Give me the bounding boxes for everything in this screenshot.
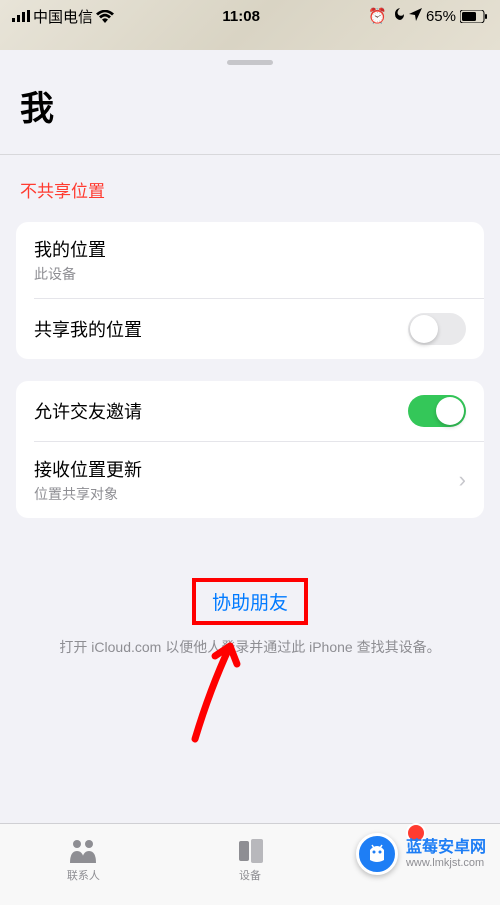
share-location-title: 共享我的位置 [34, 316, 142, 342]
my-location-row[interactable]: 我的位置 此设备 [16, 222, 484, 298]
receive-updates-sub: 位置共享对象 [34, 484, 142, 504]
sheet: 我 不共享位置 我的位置 此设备 共享我的位置 允许交友邀请 接收位置更新 位置… [0, 50, 500, 905]
time-label: 11:08 [222, 8, 260, 25]
allow-requests-title: 允许交友邀请 [34, 398, 142, 424]
watermark: 蓝莓安卓网 www.lmkjst.com [356, 833, 486, 875]
alarm-icon: ⏰ [368, 7, 387, 25]
sheet-grabber[interactable] [227, 60, 273, 65]
help-friend-link[interactable]: 协助朋友 [212, 593, 288, 614]
not-sharing-label: 不共享位置 [0, 155, 500, 222]
my-location-title: 我的位置 [34, 236, 106, 262]
watermark-title: 蓝莓安卓网 [406, 839, 486, 857]
watermark-badge-icon [356, 833, 398, 875]
wifi-icon [96, 10, 114, 23]
watermark-url: www.lmkjst.com [406, 857, 486, 869]
settings-group-friends: 允许交友邀请 接收位置更新 位置共享对象 › [16, 381, 484, 518]
settings-group-location: 我的位置 此设备 共享我的位置 [16, 222, 484, 359]
allow-requests-toggle[interactable] [408, 395, 466, 427]
tab-people-label: 联系人 [67, 867, 100, 883]
people-icon [68, 838, 98, 864]
receive-updates-row[interactable]: 接收位置更新 位置共享对象 › [34, 441, 484, 518]
page-title: 我 [0, 81, 500, 155]
battery-percent: 65% [426, 8, 456, 25]
status-bar: 中国电信 11:08 ⏰ 65% [0, 0, 500, 32]
tab-devices-label: 设备 [239, 867, 261, 883]
my-location-sub: 此设备 [34, 264, 106, 284]
moon-icon [391, 7, 405, 25]
tab-people[interactable]: 联系人 [0, 824, 167, 889]
annotation-arrow-icon [175, 634, 265, 744]
tab-devices[interactable]: 设备 [167, 824, 334, 889]
share-location-toggle[interactable] [408, 313, 466, 345]
devices-icon [235, 838, 265, 864]
chevron-right-icon: › [459, 467, 466, 493]
receive-updates-title: 接收位置更新 [34, 456, 142, 482]
location-icon [409, 8, 422, 25]
signal-icon [12, 10, 30, 22]
allow-requests-row: 允许交友邀请 [16, 381, 484, 441]
carrier-label: 中国电信 [33, 6, 93, 27]
help-section: 协助朋友 打开 iCloud.com 以便他人登录并通过此 iPhone 查找其… [0, 578, 500, 658]
share-location-row: 共享我的位置 [34, 298, 484, 359]
battery-icon [460, 10, 488, 23]
help-friend-highlight: 协助朋友 [192, 578, 308, 625]
